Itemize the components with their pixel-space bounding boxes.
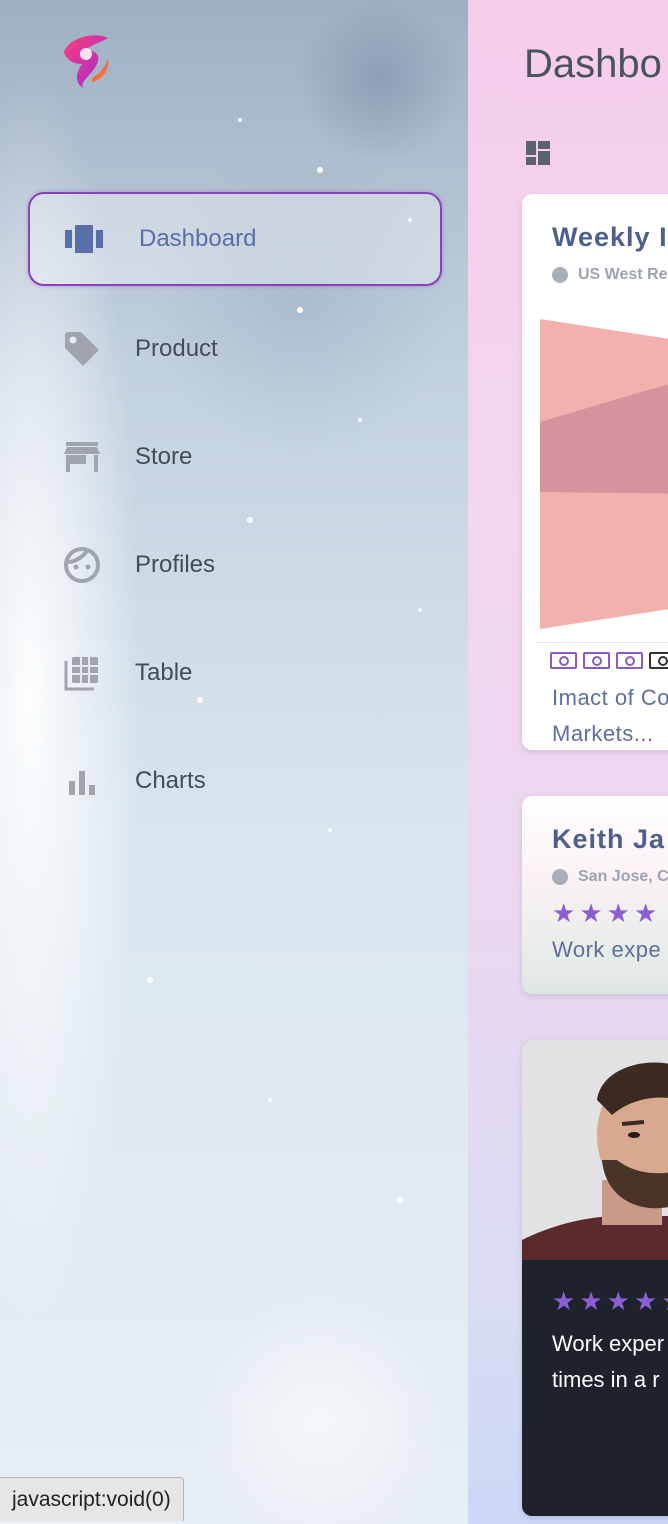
card-title: Keith Ja [552, 824, 666, 854]
location-text: US West Re [578, 266, 668, 283]
money-icon [583, 652, 610, 669]
sidebar-item-label: Table [135, 659, 193, 686]
star-icon: ★ [579, 898, 603, 928]
star-rating: ★ ★ ★ ★ ★ [552, 1286, 668, 1317]
globe-icon [552, 869, 568, 885]
dashboard-icon [64, 219, 104, 259]
person-portrait [522, 1040, 668, 1260]
sidebar-item-charts[interactable]: Charts [28, 734, 442, 828]
sidebar-item-product[interactable]: Product [28, 302, 442, 396]
star-icon: ★ [633, 898, 658, 928]
sidebar-item-label: Charts [135, 767, 206, 794]
star-icon: ★ [552, 1286, 576, 1316]
sidebar-item-profiles[interactable]: Profiles [28, 518, 442, 612]
card-location: San Jose, C [552, 868, 668, 886]
sidebar-item-label: Product [135, 335, 218, 362]
card-location: US West Re [552, 266, 668, 284]
card-text-line1: Imact of Co [552, 685, 668, 710]
star-icon: ★ [552, 898, 576, 928]
profile-card[interactable]: Keith Ja San Jose, C ★ ★ ★ ★ Work expe [522, 796, 668, 994]
card-text: Work expe [552, 937, 662, 962]
table-icon [62, 653, 102, 693]
dashboard-grid-icon [526, 141, 550, 165]
profile-photo [522, 1040, 668, 1260]
page-title: Dashbo [524, 42, 662, 86]
card-text-line2: Markets... [552, 721, 654, 746]
money-icons [550, 652, 668, 669]
star-icon: ★ [633, 1286, 658, 1316]
sidebar-item-label: Store [135, 443, 193, 470]
card-title: Weekly I [552, 222, 668, 252]
browser-status-bar: javascript:void(0) [0, 1477, 184, 1521]
sidebar-item-label: Profiles [135, 551, 216, 578]
sidebar-item-store[interactable]: Store [28, 410, 442, 504]
tag-icon [62, 329, 102, 369]
main-content: Dashbo Weekly I US West Re Imact of Co M… [468, 0, 668, 1524]
card-text-line2: times in a r [552, 1367, 660, 1392]
bar-chart-icon [62, 761, 102, 801]
money-icon [550, 652, 577, 669]
star-rating: ★ ★ ★ ★ [552, 898, 657, 929]
star-icon: ★ [606, 1286, 630, 1316]
sidebar-item-label: Dashboard [139, 225, 257, 252]
face-icon [62, 545, 102, 585]
store-icon [62, 437, 102, 477]
sidebar: Dashboard Product Store Profiles Table C… [0, 0, 468, 1524]
photo-card[interactable]: ★ ★ ★ ★ ★ Work exper times in a r [522, 1040, 668, 1516]
star-icon: ★ [579, 1286, 603, 1316]
sidebar-item-table[interactable]: Table [28, 626, 442, 720]
brand-logo-icon[interactable] [56, 30, 114, 88]
money-icon [649, 652, 668, 669]
location-text: San Jose, C [578, 868, 668, 885]
card-text-line1: Work exper [552, 1331, 665, 1356]
star-icon: ★ [606, 898, 630, 928]
star-icon: ★ [661, 1286, 668, 1317]
area-chart [540, 319, 668, 629]
weekly-card[interactable]: Weekly I US West Re Imact of Co Markets.… [522, 194, 668, 750]
globe-icon [552, 267, 568, 283]
sidebar-item-dashboard[interactable]: Dashboard [28, 192, 442, 286]
divider [536, 642, 668, 643]
money-icon [616, 652, 643, 669]
